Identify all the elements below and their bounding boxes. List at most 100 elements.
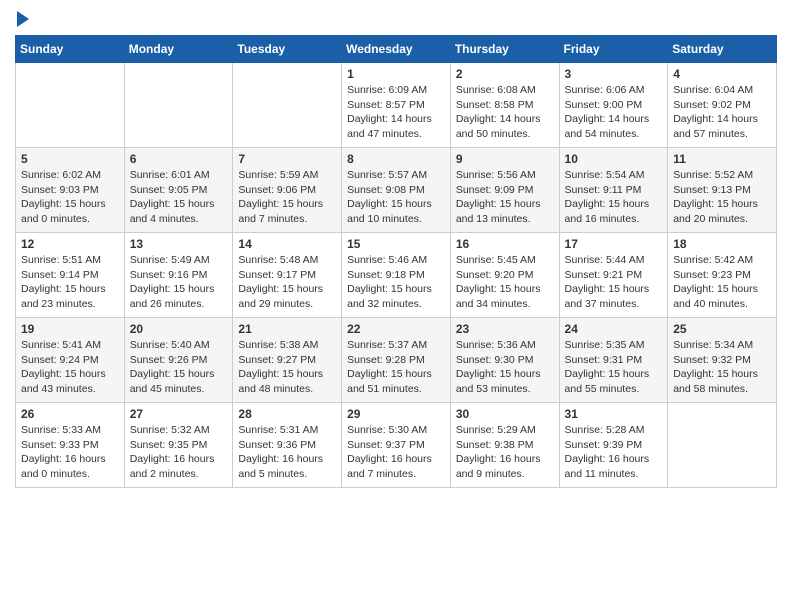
calendar-cell: 29Sunrise: 5:30 AM Sunset: 9:37 PM Dayli…: [342, 403, 451, 488]
day-number: 8: [347, 152, 445, 166]
calendar-header-row: SundayMondayTuesdayWednesdayThursdayFrid…: [16, 36, 777, 63]
day-info: Sunrise: 5:28 AM Sunset: 9:39 PM Dayligh…: [565, 423, 663, 482]
day-info: Sunrise: 5:59 AM Sunset: 9:06 PM Dayligh…: [238, 168, 336, 227]
calendar-row: 26 Sunrise: 5:33 AM Sunset: 9:33 PM Dayli…: [16, 403, 777, 488]
logo-arrow-icon: [17, 11, 29, 27]
day-number: 18: [673, 237, 771, 251]
day-info: Sunrise: 5:49 AM Sunset: 9:16 PM Dayligh…: [130, 253, 228, 312]
calendar-cell: 15 Sunrise: 5:46 AM Sunset: 9:18 PM Dayli…: [342, 233, 451, 318]
day-number: 4: [673, 67, 771, 81]
weekday-header-sunday: Sunday: [16, 36, 125, 63]
calendar-cell: 19 Sunrise: 5:41 AM Sunset: 9:24 PM Dayli…: [16, 318, 125, 403]
day-number: 2: [456, 67, 554, 81]
page-header: [15, 15, 777, 25]
calendar-cell: 3 Sunrise: 6:06 AM Sunset: 9:00 PM Daylig…: [559, 63, 668, 148]
day-info: Sunrise: 5:44 AM Sunset: 9:21 PM Dayligh…: [565, 253, 663, 312]
day-info: Sunrise: 5:54 AM Sunset: 9:11 PM Dayligh…: [565, 168, 663, 227]
day-number: 5: [21, 152, 119, 166]
day-info: Sunrise: 5:33 AM Sunset: 9:33 PM Dayligh…: [21, 423, 119, 482]
calendar-cell: 4 Sunrise: 6:04 AM Sunset: 9:02 PM Daylig…: [668, 63, 777, 148]
day-info: Sunrise: 5:57 AM Sunset: 9:08 PM Dayligh…: [347, 168, 445, 227]
day-info: Sunrise: 6:02 AM Sunset: 9:03 PM Dayligh…: [21, 168, 119, 227]
day-info: Sunrise: 5:36 AM Sunset: 9:30 PM Dayligh…: [456, 338, 554, 397]
day-number: 26: [21, 407, 119, 421]
day-info: Sunrise: 5:32 AM Sunset: 9:35 PM Dayligh…: [130, 423, 228, 482]
day-number: 25: [673, 322, 771, 336]
calendar-cell: 2 Sunrise: 6:08 AM Sunset: 8:58 PM Daylig…: [450, 63, 559, 148]
calendar-cell: 11 Sunrise: 5:52 AM Sunset: 9:13 PM Dayli…: [668, 148, 777, 233]
calendar-table: SundayMondayTuesdayWednesdayThursdayFrid…: [15, 35, 777, 488]
day-info: Sunrise: 5:48 AM Sunset: 9:17 PM Dayligh…: [238, 253, 336, 312]
day-number: 27: [130, 407, 228, 421]
logo: [15, 15, 29, 25]
day-info: Sunrise: 5:45 AM Sunset: 9:20 PM Dayligh…: [456, 253, 554, 312]
calendar-row: 12 Sunrise: 5:51 AM Sunset: 9:14 PM Dayli…: [16, 233, 777, 318]
calendar-cell: 1 Sunrise: 6:09 AM Sunset: 8:57 PM Daylig…: [342, 63, 451, 148]
calendar-cell: 18 Sunrise: 5:42 AM Sunset: 9:23 PM Dayli…: [668, 233, 777, 318]
weekday-header-wednesday: Wednesday: [342, 36, 451, 63]
day-number: 9: [456, 152, 554, 166]
calendar-cell: 23 Sunrise: 5:36 AM Sunset: 9:30 PM Dayli…: [450, 318, 559, 403]
calendar-cell: [124, 63, 233, 148]
calendar-cell: [16, 63, 125, 148]
calendar-cell: 30Sunrise: 5:29 AM Sunset: 9:38 PM Dayli…: [450, 403, 559, 488]
day-number: 19: [21, 322, 119, 336]
day-number: 3: [565, 67, 663, 81]
day-info: Sunrise: 5:29 AM Sunset: 9:38 PM Dayligh…: [456, 423, 554, 482]
day-info: Sunrise: 6:04 AM Sunset: 9:02 PM Dayligh…: [673, 83, 771, 142]
day-info: Sunrise: 5:31 AM Sunset: 9:36 PM Dayligh…: [238, 423, 336, 482]
calendar-cell: 16 Sunrise: 5:45 AM Sunset: 9:20 PM Dayli…: [450, 233, 559, 318]
weekday-header-saturday: Saturday: [668, 36, 777, 63]
day-number: 28: [238, 407, 336, 421]
day-number: 13: [130, 237, 228, 251]
calendar-cell: [233, 63, 342, 148]
calendar-cell: 17 Sunrise: 5:44 AM Sunset: 9:21 PM Dayli…: [559, 233, 668, 318]
calendar-row: 1 Sunrise: 6:09 AM Sunset: 8:57 PM Daylig…: [16, 63, 777, 148]
day-number: 11: [673, 152, 771, 166]
day-number: 21: [238, 322, 336, 336]
weekday-header-thursday: Thursday: [450, 36, 559, 63]
day-info: Sunrise: 6:06 AM Sunset: 9:00 PM Dayligh…: [565, 83, 663, 142]
day-number: 12: [21, 237, 119, 251]
day-number: 6: [130, 152, 228, 166]
calendar-cell: 22Sunrise: 5:37 AM Sunset: 9:28 PM Dayli…: [342, 318, 451, 403]
day-number: 16: [456, 237, 554, 251]
day-number: 1: [347, 67, 445, 81]
calendar-cell: 21 Sunrise: 5:38 AM Sunset: 9:27 PM Dayli…: [233, 318, 342, 403]
day-info: Sunrise: 6:01 AM Sunset: 9:05 PM Dayligh…: [130, 168, 228, 227]
calendar-row: 19 Sunrise: 5:41 AM Sunset: 9:24 PM Dayli…: [16, 318, 777, 403]
day-number: 14: [238, 237, 336, 251]
calendar-cell: 6 Sunrise: 6:01 AM Sunset: 9:05 PM Daylig…: [124, 148, 233, 233]
calendar-cell: 26 Sunrise: 5:33 AM Sunset: 9:33 PM Dayli…: [16, 403, 125, 488]
calendar-cell: 8 Sunrise: 5:57 AM Sunset: 9:08 PM Daylig…: [342, 148, 451, 233]
day-number: 23: [456, 322, 554, 336]
day-number: 31: [565, 407, 663, 421]
calendar-cell: 28 Sunrise: 5:31 AM Sunset: 9:36 PM Dayli…: [233, 403, 342, 488]
calendar-cell: [668, 403, 777, 488]
day-number: 17: [565, 237, 663, 251]
calendar-cell: 14 Sunrise: 5:48 AM Sunset: 9:17 PM Dayli…: [233, 233, 342, 318]
day-info: Sunrise: 6:08 AM Sunset: 8:58 PM Dayligh…: [456, 83, 554, 142]
day-number: 7: [238, 152, 336, 166]
day-info: Sunrise: 5:51 AM Sunset: 9:14 PM Dayligh…: [21, 253, 119, 312]
calendar-cell: 10Sunrise: 5:54 AM Sunset: 9:11 PM Dayli…: [559, 148, 668, 233]
day-info: Sunrise: 5:38 AM Sunset: 9:27 PM Dayligh…: [238, 338, 336, 397]
day-info: Sunrise: 5:52 AM Sunset: 9:13 PM Dayligh…: [673, 168, 771, 227]
calendar-cell: 13 Sunrise: 5:49 AM Sunset: 9:16 PM Dayli…: [124, 233, 233, 318]
day-number: 29: [347, 407, 445, 421]
day-number: 20: [130, 322, 228, 336]
weekday-header-tuesday: Tuesday: [233, 36, 342, 63]
calendar-cell: 20Sunrise: 5:40 AM Sunset: 9:26 PM Dayli…: [124, 318, 233, 403]
day-info: Sunrise: 5:41 AM Sunset: 9:24 PM Dayligh…: [21, 338, 119, 397]
calendar-cell: 7 Sunrise: 5:59 AM Sunset: 9:06 PM Daylig…: [233, 148, 342, 233]
day-info: Sunrise: 5:35 AM Sunset: 9:31 PM Dayligh…: [565, 338, 663, 397]
day-info: Sunrise: 5:46 AM Sunset: 9:18 PM Dayligh…: [347, 253, 445, 312]
calendar-cell: 5 Sunrise: 6:02 AM Sunset: 9:03 PM Daylig…: [16, 148, 125, 233]
day-number: 22: [347, 322, 445, 336]
day-info: Sunrise: 6:09 AM Sunset: 8:57 PM Dayligh…: [347, 83, 445, 142]
calendar-cell: 12 Sunrise: 5:51 AM Sunset: 9:14 PM Dayli…: [16, 233, 125, 318]
day-number: 24: [565, 322, 663, 336]
day-number: 15: [347, 237, 445, 251]
calendar-cell: 24 Sunrise: 5:35 AM Sunset: 9:31 PM Dayli…: [559, 318, 668, 403]
day-info: Sunrise: 5:42 AM Sunset: 9:23 PM Dayligh…: [673, 253, 771, 312]
